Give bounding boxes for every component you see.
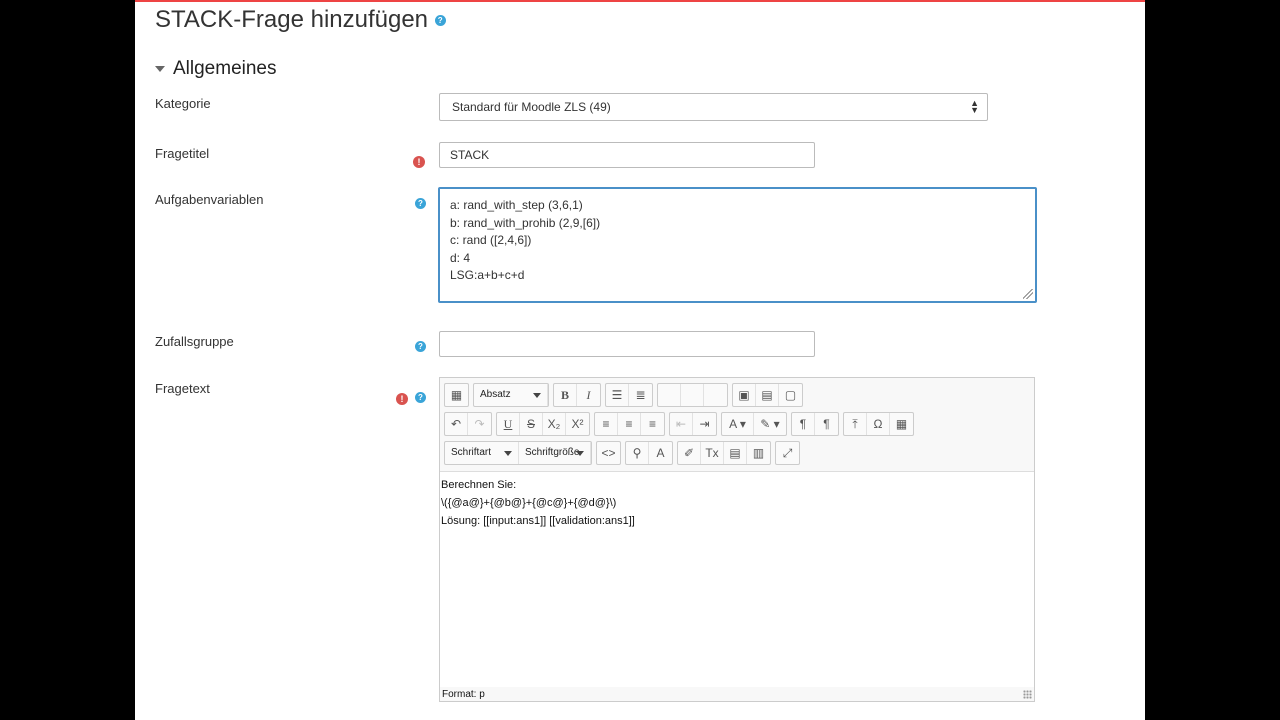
table-icon[interactable]: ▦ [890, 413, 913, 435]
required-icon: ! [396, 393, 408, 405]
zufallsgruppe-input[interactable] [439, 331, 815, 357]
dropdown-icon [504, 451, 512, 456]
font-size-select[interactable]: Schriftgröße [519, 442, 591, 464]
fragetitel-label: Fragetitel [155, 146, 210, 161]
font-select[interactable]: Schriftart [445, 442, 519, 464]
align-right-icon[interactable]: ≡ [641, 413, 664, 435]
underline-icon[interactable]: U [497, 413, 520, 435]
strikethrough-icon[interactable]: S [520, 413, 543, 435]
help-icon[interactable]: ? [434, 15, 446, 27]
replace-icon[interactable]: A [649, 442, 672, 464]
help-icon[interactable]: ? [415, 198, 426, 209]
bullet-list-icon[interactable]: ☰ [606, 384, 629, 406]
kategorie-label: Kategorie [155, 96, 211, 111]
media-icon[interactable]: ▤ [756, 384, 779, 406]
outdent-icon[interactable]: ⇤ [670, 413, 693, 435]
moodle-page: STACK-Frage hinzufügen ? Allgemeines Kat… [135, 0, 1145, 720]
align-center-icon[interactable]: ≡ [618, 413, 641, 435]
clean-icon[interactable]: ✐ [678, 442, 701, 464]
redo-icon[interactable]: ↷ [468, 413, 491, 435]
paste-word-icon[interactable]: ▥ [747, 442, 770, 464]
paste-text-icon[interactable]: ▤ [724, 442, 747, 464]
aufgabenvariablen-label: Aufgabenvariablen [155, 192, 264, 207]
fragetext-label: Fragetext [155, 381, 210, 396]
italic-icon[interactable]: I [577, 384, 600, 406]
image-icon[interactable]: ▣ [733, 384, 756, 406]
aufgabenvariablen-textarea[interactable]: a: rand_with_step (3,6,1) b: rand_with_p… [438, 187, 1037, 303]
upload-icon[interactable]: ⤒ [844, 413, 867, 435]
text-color-icon[interactable]: A ▾ [722, 413, 754, 435]
help-icon[interactable]: ? [415, 341, 426, 352]
toolbar-row-3: Schriftart Schriftgröße <> ⚲ A ✐ Tx ▤ ▥ … [444, 441, 804, 465]
superscript-icon[interactable]: X² [566, 413, 589, 435]
search-icon[interactable]: ⚲ [626, 442, 649, 464]
link-icon[interactable] [658, 384, 681, 406]
editor-resize-handle[interactable] [1023, 690, 1032, 699]
dropdown-icon [533, 393, 541, 398]
toolbar-toggle-icon[interactable]: ▦ [445, 384, 468, 406]
align-left-icon[interactable]: ≡ [595, 413, 618, 435]
rtl-icon[interactable]: ¶ [815, 413, 838, 435]
dropdown-icon [576, 451, 584, 456]
toolbar-row-1: ▦ Absatz B I ☰ ≣ ▣ ▤ ▢ [444, 383, 807, 407]
subscript-icon[interactable]: X₂ [543, 413, 566, 435]
help-icon[interactable]: ? [415, 392, 426, 403]
fragetitel-input[interactable]: STACK [439, 142, 815, 168]
code-icon[interactable]: <> [597, 442, 620, 464]
special-char-icon[interactable]: Ω [867, 413, 890, 435]
anchor-icon[interactable] [704, 384, 727, 406]
fragetext-editor: ▦ Absatz B I ☰ ≣ ▣ ▤ ▢ ↶ ↷ U S X₂ X² ≡ ≡… [439, 377, 1035, 702]
required-icon: ! [413, 156, 425, 168]
numbered-list-icon[interactable]: ≣ [629, 384, 652, 406]
background-color-icon[interactable]: ✎ ▾ [754, 413, 786, 435]
toolbar-row-2: ↶ ↷ U S X₂ X² ≡ ≡ ≡ ⇤ ⇥ A ▾ ✎ ▾ ¶ ¶ ⤒ Ω … [444, 412, 918, 436]
paste-icon[interactable]: ▢ [779, 384, 802, 406]
indent-icon[interactable]: ⇥ [693, 413, 716, 435]
undo-icon[interactable]: ↶ [445, 413, 468, 435]
paragraph-format-select[interactable]: Absatz [474, 384, 548, 406]
kategorie-select[interactable]: Standard für Moodle ZLS (49) ▲ ▼ [439, 93, 988, 121]
clear-format-icon[interactable]: Tx [701, 442, 724, 464]
resize-handle[interactable] [1023, 289, 1033, 299]
fullscreen-icon[interactable]: ⤢ [776, 442, 799, 464]
zufallsgruppe-label: Zufallsgruppe [155, 334, 234, 349]
editor-content[interactable]: Berechnen Sie: \({@a@}+{@b@}+{@c@}+{@d@}… [440, 471, 1034, 687]
page-title: STACK-Frage hinzufügen ? [155, 6, 446, 34]
bold-icon[interactable]: B [554, 384, 577, 406]
unlink-icon[interactable] [681, 384, 704, 406]
editor-status: Format: p [442, 689, 485, 700]
caret-down-icon[interactable] [155, 66, 165, 72]
select-arrows-icon: ▲ ▼ [970, 98, 979, 115]
ltr-icon[interactable]: ¶ [792, 413, 815, 435]
section-header-allgemeines[interactable]: Allgemeines [155, 58, 277, 80]
